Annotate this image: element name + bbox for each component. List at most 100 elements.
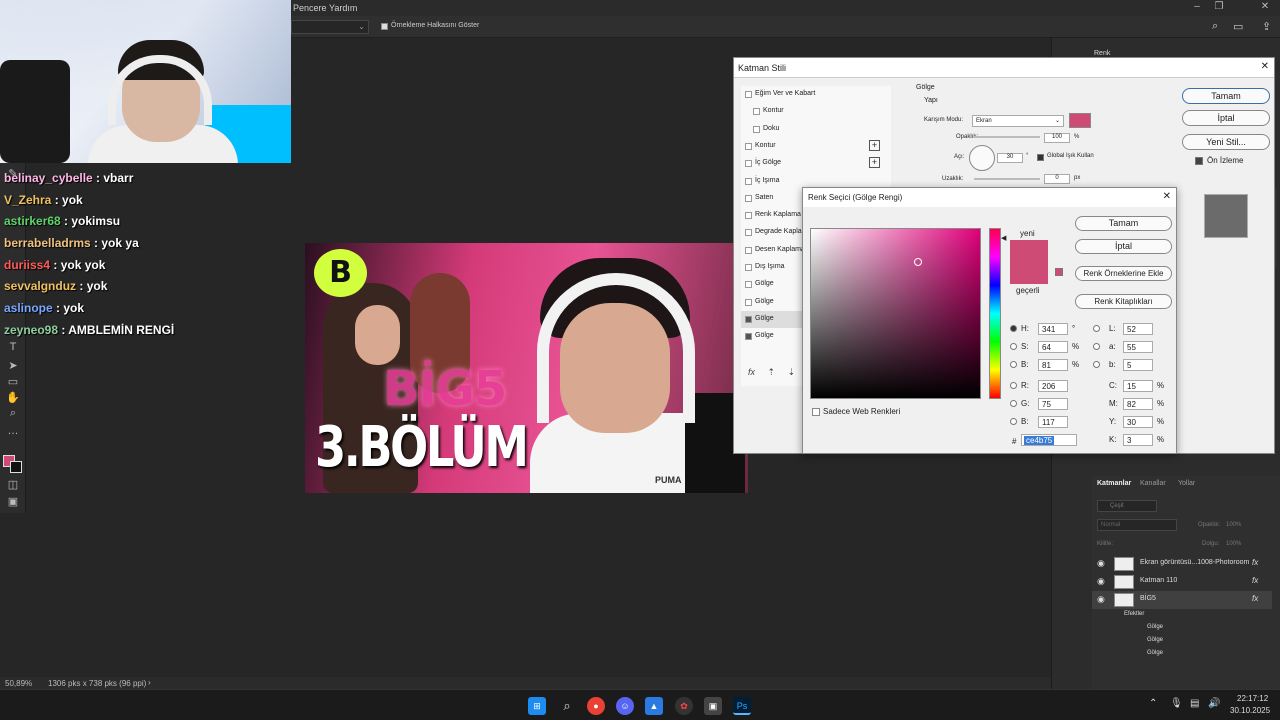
saturation-brightness-field[interactable]	[810, 228, 981, 399]
effect-checkbox[interactable]	[745, 177, 752, 185]
blend-mode-select[interactable]: Normal	[1097, 519, 1177, 531]
effect-checkbox[interactable]	[745, 333, 752, 341]
eye-icon[interactable]: ◉	[1097, 576, 1105, 587]
cancel-button[interactable]: İptal	[1075, 239, 1172, 254]
hue-slider[interactable]	[989, 228, 1001, 399]
channel-radio-r[interactable]	[1010, 382, 1017, 389]
fx-icon[interactable]: fx	[748, 367, 755, 377]
volume-icon[interactable]: 🔊	[1208, 698, 1220, 709]
zoom-tool-icon[interactable]: ⌕	[4, 407, 22, 421]
channel-input-bl[interactable]: 117	[1038, 416, 1068, 428]
channel-input-b[interactable]: 5	[1123, 359, 1153, 371]
sample-ring-checkbox[interactable]	[381, 23, 388, 30]
quick-mask-icon[interactable]: ◫	[4, 478, 22, 492]
channel-input-a[interactable]: 55	[1123, 341, 1153, 353]
chat-username[interactable]: aslinope	[4, 301, 53, 315]
effect-checkbox[interactable]	[745, 91, 752, 98]
search-icon[interactable]: ⌕	[1212, 20, 1218, 33]
chrome-icon[interactable]: ●	[587, 697, 605, 715]
eye-icon[interactable]: ◉	[1097, 594, 1105, 605]
distance-input[interactable]: 0	[1044, 174, 1070, 184]
workspace-icon[interactable]: ▭	[1233, 20, 1243, 33]
channel-radio-h[interactable]	[1010, 325, 1017, 332]
photoshop-icon[interactable]: Ps	[733, 697, 751, 715]
more-tools-icon[interactable]: …	[4, 425, 22, 439]
channel-input-g[interactable]: 75	[1038, 398, 1068, 410]
clock-date[interactable]: 30.10.2025	[1230, 706, 1270, 715]
add-to-swatches-button[interactable]: Renk Örneklerine Ekle	[1075, 266, 1172, 281]
chat-username[interactable]: belinay_cybelle	[4, 171, 93, 185]
chat-username[interactable]: duriiss4	[4, 258, 50, 272]
chevron-up-icon[interactable]: ⌃	[1149, 698, 1157, 709]
effect-checkbox[interactable]	[745, 229, 752, 237]
chat-username[interactable]: zeyneo98	[4, 323, 58, 337]
channel-input-r[interactable]: 206	[1038, 380, 1068, 392]
channel-input-b[interactable]: 81	[1038, 359, 1068, 371]
tab-paths[interactable]: Yollar	[1178, 480, 1195, 487]
fx-badge[interactable]: fx	[1252, 594, 1258, 603]
clock-time[interactable]: 22:17:12	[1237, 694, 1268, 703]
search-icon[interactable]: ⌕	[558, 697, 576, 715]
tab-channels[interactable]: Kanallar	[1140, 480, 1166, 487]
move-up-icon[interactable]: ⇡	[768, 367, 776, 377]
channel-radio-l[interactable]	[1093, 325, 1100, 332]
channel-input-s[interactable]: 64	[1038, 341, 1068, 353]
effect-checkbox[interactable]	[745, 160, 752, 168]
layer-row[interactable]: ◉ BİG5 fx	[1092, 591, 1272, 609]
fx-badge[interactable]: fx	[1252, 576, 1258, 585]
start-icon[interactable]: ⊞	[528, 697, 546, 715]
preview-checkbox[interactable]	[1195, 157, 1203, 165]
chat-username[interactable]: V_Zehra	[4, 193, 51, 207]
sample-size-select[interactable]: ⌄	[291, 20, 369, 34]
effect-item[interactable]: Kontur	[741, 103, 891, 120]
move-down-icon[interactable]: ⇣	[788, 367, 796, 377]
effect-checkbox[interactable]	[745, 264, 752, 271]
chat-username[interactable]: sevvalgnduz	[4, 279, 76, 293]
channel-radio-bl[interactable]	[1010, 418, 1017, 425]
channel-input-h[interactable]: 341	[1038, 323, 1068, 335]
share-icon[interactable]: ⇪	[1262, 20, 1271, 33]
menu-yardim[interactable]: Yardım	[329, 3, 357, 13]
effect-checkbox[interactable]	[753, 125, 760, 133]
chat-username[interactable]: astirker68	[4, 214, 61, 228]
hue-slider-arrow-icon[interactable]: ◀	[1001, 234, 1006, 242]
hand-tool-icon[interactable]: ✋	[4, 391, 22, 405]
microphone-icon[interactable]: 🎙	[1170, 698, 1183, 709]
ok-button[interactable]: Tamam	[1182, 88, 1270, 104]
color-cursor[interactable]	[914, 258, 922, 266]
chevron-right-icon[interactable]: ›	[148, 678, 151, 687]
close-icon[interactable]: ✕	[1256, 1, 1274, 15]
effect-checkbox[interactable]	[745, 194, 752, 202]
effect-checkbox[interactable]	[745, 281, 752, 289]
rectangle-tool-icon[interactable]: ▭	[4, 375, 22, 389]
angle-input[interactable]: 30	[997, 153, 1023, 163]
current-color-swatch[interactable]	[1010, 262, 1048, 284]
color-libraries-button[interactable]: Renk Kitaplıkları	[1075, 294, 1172, 309]
capture-icon[interactable]: ▣	[704, 697, 722, 715]
tab-renk[interactable]: Renk	[1094, 50, 1110, 57]
web-colors-checkbox[interactable]	[812, 408, 820, 416]
effect-sublayer[interactable]: Gölge	[1147, 637, 1163, 643]
opacity-input[interactable]: 100	[1044, 133, 1070, 143]
add-effect-icon[interactable]: +	[869, 157, 880, 169]
effect-checkbox[interactable]	[745, 298, 752, 306]
ok-button[interactable]: Tamam	[1075, 216, 1172, 231]
blend-mode-select[interactable]: Ekran ⌄	[972, 115, 1064, 127]
web-safe-swatch[interactable]	[1055, 268, 1063, 276]
channel-input-c[interactable]: 15	[1123, 380, 1153, 392]
fill-value[interactable]: 100%	[1226, 541, 1241, 547]
layer-row[interactable]: ◉ Ekran görüntüsü...1008-Photoroom fx	[1092, 555, 1272, 573]
screen-mode-icon[interactable]: ▣	[4, 495, 22, 509]
chat-username[interactable]: berrabelladrms	[4, 236, 91, 250]
channel-input-l[interactable]: 52	[1123, 323, 1153, 335]
channel-input-y[interactable]: 30	[1123, 416, 1153, 428]
network-icon[interactable]: ▤	[1190, 698, 1199, 709]
discord-icon[interactable]: ☺	[616, 697, 634, 715]
effect-checkbox[interactable]	[753, 108, 760, 116]
tab-layers[interactable]: Katmanlar	[1097, 480, 1131, 487]
opacity-value[interactable]: 100%	[1226, 522, 1241, 528]
minimize-icon[interactable]: –	[1188, 1, 1206, 15]
layer-filter-input[interactable]: Çeşit	[1097, 500, 1157, 512]
document-canvas-image[interactable]: B BİG5 3.BÖLÜM PUMA	[305, 243, 748, 493]
close-icon[interactable]: ✕	[1163, 191, 1171, 202]
